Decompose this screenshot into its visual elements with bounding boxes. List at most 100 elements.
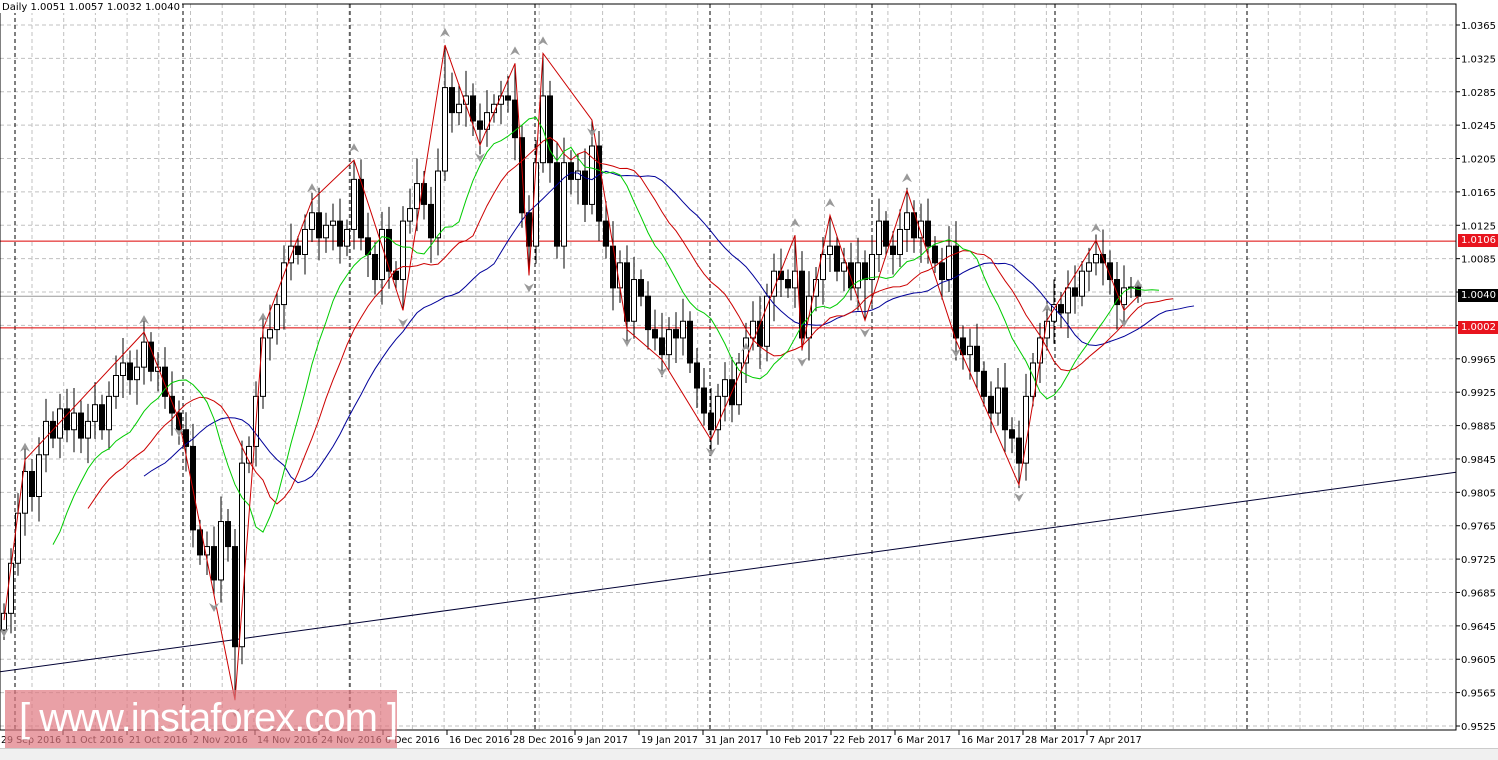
y-tick-label: 1.0285 bbox=[1461, 88, 1496, 99]
x-tick-label: 10 Feb 2017 bbox=[769, 735, 828, 746]
y-tick-label: 1.0325 bbox=[1461, 54, 1496, 65]
x-tick-label: 22 Feb 2017 bbox=[833, 735, 892, 746]
candle bbox=[29, 470, 35, 498]
fractal-up-icon bbox=[902, 173, 912, 183]
fractal-up-icon bbox=[307, 183, 317, 193]
candle bbox=[92, 404, 98, 422]
fractal-down-icon bbox=[1014, 492, 1024, 502]
candle bbox=[1135, 286, 1141, 297]
candle bbox=[981, 370, 987, 397]
fractal-up-icon bbox=[1091, 223, 1101, 233]
candle bbox=[533, 162, 539, 247]
candle bbox=[701, 387, 707, 414]
candle bbox=[211, 546, 217, 581]
candle bbox=[876, 220, 882, 255]
candle bbox=[127, 362, 133, 381]
candle bbox=[8, 562, 14, 614]
candle bbox=[435, 170, 441, 239]
candle bbox=[351, 178, 357, 230]
candle bbox=[85, 420, 91, 439]
chart-frame bbox=[0, 3, 1457, 731]
candle bbox=[1058, 304, 1064, 314]
candle bbox=[624, 262, 630, 322]
candle bbox=[1093, 253, 1099, 264]
plot-area bbox=[0, 28, 1456, 718]
candle bbox=[337, 220, 343, 247]
candle bbox=[764, 295, 770, 347]
candle bbox=[309, 212, 315, 230]
candle bbox=[134, 366, 140, 381]
y-tick-label: 1.0365 bbox=[1461, 21, 1496, 32]
candle bbox=[603, 220, 609, 247]
candle bbox=[855, 262, 861, 289]
candle bbox=[687, 320, 693, 364]
candle bbox=[680, 320, 686, 339]
candle bbox=[554, 162, 560, 247]
candle bbox=[470, 95, 476, 122]
candle bbox=[232, 546, 238, 648]
candle bbox=[659, 337, 665, 356]
candle bbox=[736, 362, 742, 406]
candle bbox=[827, 245, 833, 255]
y-tick-label: 0.9725 bbox=[1461, 555, 1496, 566]
fractal-down-icon bbox=[524, 283, 534, 293]
candle bbox=[43, 420, 49, 456]
fractal-up-icon bbox=[440, 28, 450, 38]
candle bbox=[925, 220, 931, 247]
candle bbox=[589, 145, 595, 205]
candle bbox=[505, 95, 511, 101]
candle bbox=[120, 362, 126, 377]
candle bbox=[36, 454, 42, 498]
watermark: [ www.instaforex.com ] bbox=[5, 690, 398, 756]
y-tick-label: 0.9925 bbox=[1461, 388, 1496, 399]
candle bbox=[834, 245, 840, 272]
candle bbox=[267, 329, 273, 339]
x-tick-label: 28 Mar 2017 bbox=[1025, 735, 1085, 746]
x-tick-label: 16 Mar 2017 bbox=[961, 735, 1021, 746]
candle bbox=[239, 462, 245, 648]
y-tick-label: 0.9685 bbox=[1461, 588, 1496, 599]
y-tick-label: 0.9565 bbox=[1461, 689, 1496, 700]
watermark-text: [ www.instaforex.com ] bbox=[19, 696, 398, 740]
candle bbox=[99, 404, 105, 431]
candle bbox=[78, 412, 84, 439]
candle bbox=[302, 228, 308, 255]
candle bbox=[918, 220, 924, 239]
candle bbox=[652, 329, 658, 339]
ohlc-readout: 1.0051 1.0057 1.0032 1.0040 bbox=[30, 2, 181, 13]
candle bbox=[1072, 287, 1078, 297]
candle bbox=[722, 379, 728, 397]
candle bbox=[631, 279, 637, 322]
x-tick-label: 19 Jan 2017 bbox=[641, 735, 698, 746]
alligator-lips-line bbox=[52, 116, 1160, 545]
candle bbox=[610, 245, 616, 289]
y-tick-label: 1.0165 bbox=[1461, 188, 1496, 199]
x-tick-label: 16 Dec 2016 bbox=[449, 735, 510, 746]
candle bbox=[106, 395, 112, 431]
candle bbox=[694, 362, 700, 389]
candle bbox=[1002, 387, 1008, 431]
candle bbox=[330, 220, 336, 226]
candle bbox=[414, 183, 420, 210]
candle bbox=[568, 162, 574, 180]
candle bbox=[946, 245, 952, 281]
fractal-up-icon bbox=[825, 198, 835, 208]
y-tick-label: 0.9845 bbox=[1461, 455, 1496, 466]
fractal-up-icon bbox=[790, 218, 800, 228]
candle bbox=[442, 87, 448, 172]
candle bbox=[218, 521, 224, 581]
price-level-label: 1.0040 bbox=[1458, 289, 1498, 303]
candle bbox=[666, 329, 672, 356]
fractal-up-icon bbox=[510, 46, 520, 56]
chart-header: Daily 1.0051 1.0057 1.0032 1.0040 bbox=[0, 2, 182, 13]
candle bbox=[638, 279, 644, 297]
price-chart[interactable]: 1.0365 1.0325 1.0285 1.0245 1.0205 1.0165 1.01… bbox=[0, 0, 1498, 759]
candle bbox=[64, 408, 70, 431]
candle bbox=[400, 220, 406, 281]
candle bbox=[316, 212, 322, 239]
candle bbox=[274, 304, 280, 331]
candle bbox=[792, 270, 798, 289]
candle bbox=[449, 87, 455, 114]
timeframe-label: Daily bbox=[2, 2, 28, 13]
fractal-down-icon bbox=[860, 328, 870, 338]
